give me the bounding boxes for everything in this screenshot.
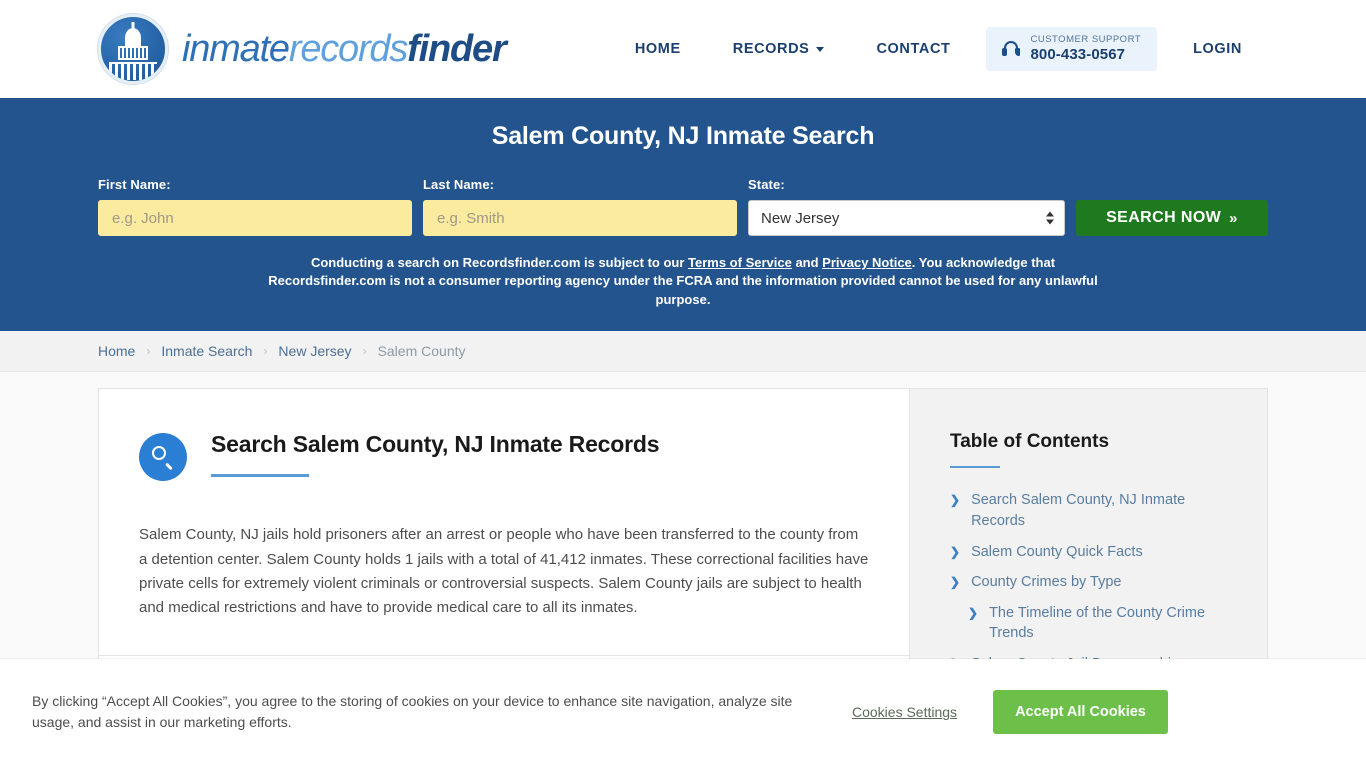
site-logo[interactable]: inmaterecordsfinder bbox=[98, 14, 507, 84]
chevron-right-icon: ❯ bbox=[968, 605, 979, 620]
double-chevron-right-icon: » bbox=[1229, 209, 1238, 227]
toc-item-crime-trends-timeline[interactable]: ❯ The Timeline of the County Crime Trend… bbox=[950, 603, 1239, 644]
last-name-input[interactable] bbox=[423, 200, 738, 236]
nav-item-login[interactable]: LOGIN bbox=[1167, 31, 1268, 67]
customer-support-text: CUSTOMER SUPPORT 800-433-0567 bbox=[1030, 33, 1142, 63]
toc-title: Table of Contents bbox=[950, 431, 1110, 453]
first-name-label: First Name: bbox=[98, 177, 171, 192]
site-header: inmaterecordsfinder HOME RECORDS CONTACT… bbox=[0, 0, 1366, 98]
breadcrumb-separator-icon: › bbox=[146, 344, 151, 359]
last-name-field-group: Last Name: bbox=[423, 177, 738, 236]
capitol-dome-logo-icon bbox=[98, 14, 168, 84]
section-header: Search Salem County, NJ Inmate Records bbox=[139, 431, 869, 482]
toc-item-county-crimes-by-type[interactable]: ❯ County Crimes by Type bbox=[950, 572, 1239, 593]
disclaimer-text-1: Conducting a search on Recordsfinder.com… bbox=[310, 255, 689, 270]
search-icon bbox=[139, 433, 187, 482]
breadcrumb-item-home[interactable]: Home bbox=[98, 343, 135, 359]
customer-support-label: CUSTOMER SUPPORT bbox=[1030, 33, 1142, 45]
inmate-search-form: First Name: Last Name: State: New Jersey… bbox=[98, 177, 1268, 236]
nav-item-home-label: HOME bbox=[634, 40, 681, 57]
state-field-group: State: New Jersey bbox=[748, 177, 1065, 236]
nav-item-contact-label: CONTACT bbox=[876, 40, 951, 57]
chevron-right-icon: ❯ bbox=[950, 544, 961, 559]
chevron-right-icon: ❯ bbox=[950, 493, 961, 508]
chevron-right-icon: ❯ bbox=[950, 575, 961, 590]
state-select-wrapper: New Jersey bbox=[748, 200, 1065, 236]
customer-support-phone: 800-433-0567 bbox=[1030, 45, 1126, 63]
headset-icon bbox=[1002, 40, 1021, 58]
section-description: Salem County, NJ jails hold prisoners af… bbox=[139, 526, 869, 617]
toc-link-label[interactable]: The Timeline of the County Crime Trends bbox=[989, 603, 1239, 644]
brand-wordmark: inmaterecordsfinder bbox=[182, 27, 507, 71]
first-name-field-group: First Name: bbox=[98, 177, 413, 236]
toc-link-label[interactable]: Search Salem County, NJ Inmate Records bbox=[971, 490, 1239, 531]
breadcrumb-separator-icon: › bbox=[263, 344, 268, 359]
state-select[interactable]: New Jersey bbox=[748, 200, 1065, 236]
page-title: Salem County, NJ Inmate Search bbox=[491, 122, 875, 150]
breadcrumb-item-salem-county: Salem County bbox=[377, 343, 466, 360]
nav-item-login-label: LOGIN bbox=[1193, 40, 1242, 57]
privacy-notice-link[interactable]: Privacy Notice bbox=[822, 255, 912, 270]
toc-item-quick-facts[interactable]: ❯ Salem County Quick Facts bbox=[950, 542, 1239, 563]
first-name-input[interactable] bbox=[98, 200, 413, 236]
cookie-consent-text: By clicking “Accept All Cookies”, you ag… bbox=[32, 692, 793, 731]
terms-of-service-link[interactable]: Terms of Service bbox=[688, 255, 792, 270]
toc-link-label[interactable]: Salem County Quick Facts bbox=[971, 542, 1143, 563]
toc-link-label[interactable]: County Crimes by Type bbox=[971, 572, 1121, 593]
toc-item-search-records[interactable]: ❯ Search Salem County, NJ Inmate Records bbox=[950, 490, 1239, 531]
state-label: State: bbox=[748, 177, 785, 192]
cookie-consent-banner: By clicking “Accept All Cookies”, you ag… bbox=[0, 658, 1366, 768]
cookies-settings-link[interactable]: Cookies Settings bbox=[852, 704, 957, 720]
search-disclaimer: Conducting a search on Recordsfinder.com… bbox=[258, 254, 1108, 309]
nav-item-contact[interactable]: CONTACT bbox=[850, 31, 976, 67]
toc-underline-rule bbox=[950, 466, 1000, 469]
disclaimer-text-2: and bbox=[791, 255, 823, 270]
breadcrumb-item-inmate-search[interactable]: Inmate Search bbox=[161, 343, 252, 359]
search-now-label: SEARCH NOW bbox=[1106, 209, 1222, 226]
brand-word-records: records bbox=[288, 27, 409, 70]
last-name-label: Last Name: bbox=[423, 177, 495, 192]
breadcrumb-item-new-jersey[interactable]: New Jersey bbox=[278, 343, 351, 359]
chevron-down-icon bbox=[816, 47, 825, 53]
brand-word-inmate: inmate bbox=[182, 27, 290, 70]
section-title-block: Search Salem County, NJ Inmate Records bbox=[211, 431, 660, 478]
search-now-button[interactable]: SEARCH NOW » bbox=[1076, 200, 1268, 236]
nav-item-home[interactable]: HOME bbox=[609, 31, 707, 67]
customer-support-button[interactable]: CUSTOMER SUPPORT 800-433-0567 bbox=[986, 26, 1158, 72]
breadcrumb-separator-icon: › bbox=[362, 344, 367, 359]
accept-all-cookies-button[interactable]: Accept All Cookies bbox=[993, 690, 1168, 735]
primary-navigation: HOME RECORDS CONTACT CUSTOMER SUPPORT 80… bbox=[609, 26, 1268, 72]
brand-word-finder: finder bbox=[407, 27, 507, 70]
section-title: Search Salem County, NJ Inmate Records bbox=[211, 431, 660, 458]
nav-item-records[interactable]: RECORDS bbox=[707, 31, 851, 67]
inmate-search-banner: Salem County, NJ Inmate Search First Nam… bbox=[0, 98, 1366, 332]
title-underline-rule bbox=[211, 474, 309, 478]
nav-item-records-label: RECORDS bbox=[732, 40, 810, 57]
breadcrumb: Home › Inmate Search › New Jersey › Sale… bbox=[0, 331, 1366, 373]
